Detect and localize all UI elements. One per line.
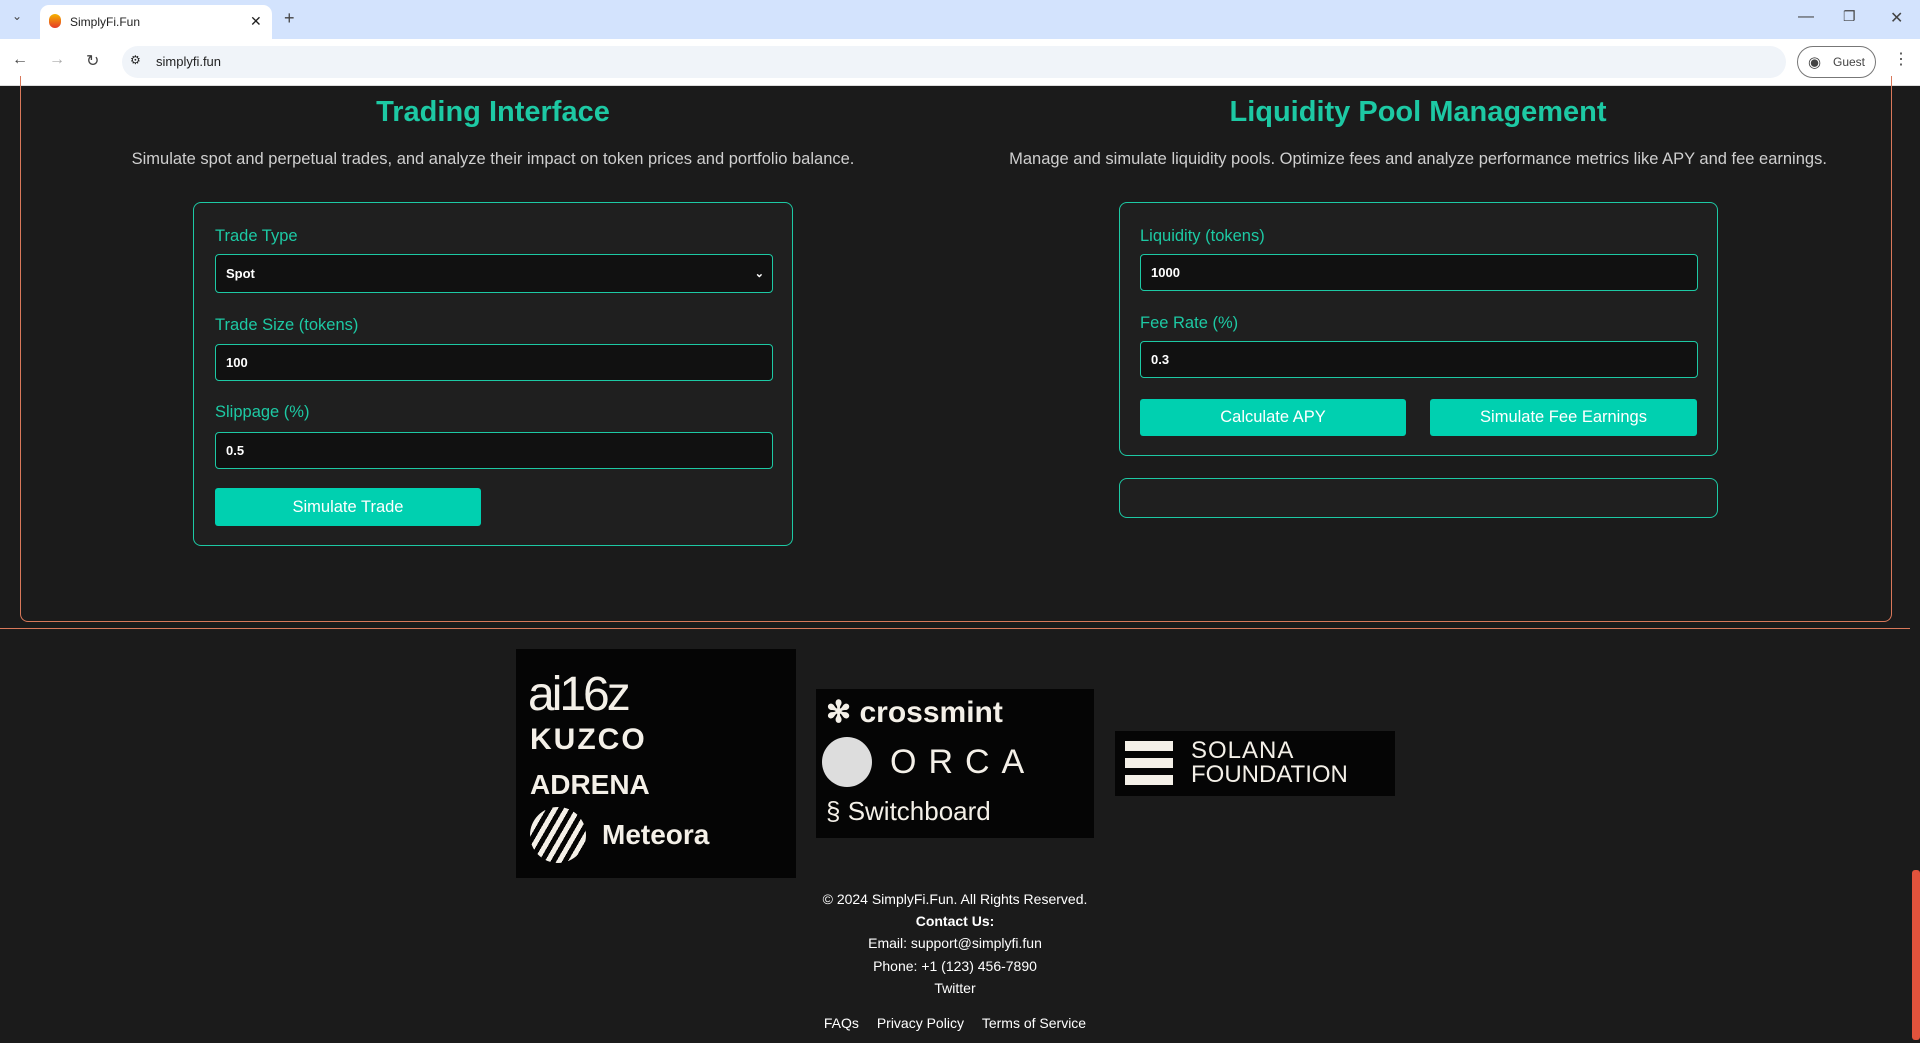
- trade-size-label: Trade Size (tokens): [215, 316, 359, 334]
- slippage-input[interactable]: 0.5: [215, 432, 773, 469]
- crossmint-icon: ✻: [826, 696, 852, 729]
- close-window-icon[interactable]: ✕: [1890, 8, 1903, 28]
- liquidity-label: Liquidity (tokens): [1140, 227, 1265, 245]
- contact-phone: Phone: +1 (123) 456-7890: [873, 958, 1037, 974]
- solana-foundation-logo: SOLANA FOUNDATION: [1115, 731, 1395, 796]
- contact-heading: Contact Us:: [915, 913, 995, 929]
- tab-strip: ⌄ SimplyFi.Fun ✕ + — ❐ ✕: [0, 0, 1920, 39]
- liquidity-title: Liquidity Pool Management: [1229, 96, 1607, 128]
- switchboard-text: Switchboard: [847, 796, 991, 826]
- adrena-logo: ADRENA: [530, 769, 650, 800]
- address-bar[interactable]: ⚙ simplyfi.fun: [122, 46, 1786, 78]
- liquidity-result-box: [1119, 478, 1718, 518]
- trade-size-input[interactable]: 100: [215, 344, 773, 381]
- simulate-fee-earnings-button[interactable]: Simulate Fee Earnings: [1430, 399, 1697, 436]
- partner-logos-group-2: ✻ crossmint ORCA § Switchboard: [816, 689, 1094, 838]
- minimize-icon[interactable]: —: [1798, 8, 1814, 26]
- fee-rate-input[interactable]: 0.3: [1140, 341, 1698, 378]
- meteora-logo: Meteora: [602, 819, 710, 850]
- privacy-policy-link[interactable]: Privacy Policy: [877, 1015, 964, 1031]
- kuzco-logo: KUZCO: [530, 723, 647, 756]
- chevron-down-icon: ⌄: [754, 268, 764, 280]
- site-settings-icon[interactable]: ⚙: [130, 53, 141, 67]
- trade-type-label: Trade Type: [215, 227, 298, 245]
- faqs-link[interactable]: FAQs: [824, 1015, 859, 1031]
- ai16z-logo: ai16z: [528, 668, 631, 721]
- crossmint-text: crossmint: [859, 696, 1003, 729]
- liquidity-input[interactable]: 1000: [1140, 254, 1698, 291]
- forward-icon[interactable]: →: [49, 51, 65, 69]
- simulate-trade-button[interactable]: Simulate Trade: [215, 488, 481, 526]
- new-tab-icon[interactable]: +: [284, 8, 295, 29]
- contact-email: Email: support@simplyfi.fun: [868, 935, 1042, 951]
- url-text: simplyfi.fun: [156, 54, 222, 69]
- partner-logos-group-1: ai16z KUZCO ADRENA Meteora: [516, 649, 796, 878]
- footer-divider: [0, 628, 1910, 629]
- switchboard-logo: § Switchboard: [826, 796, 991, 826]
- profile-button[interactable]: ◉ Guest: [1797, 46, 1876, 78]
- crossmint-logo: ✻ crossmint: [826, 695, 1003, 730]
- liquidity-card: Liquidity (tokens) 1000 Fee Rate (%) 0.3…: [1119, 202, 1718, 456]
- trading-subtitle: Simulate spot and perpetual trades, and …: [131, 150, 855, 168]
- trading-card: Trade Type Spot ⌄ Trade Size (tokens) 10…: [193, 202, 793, 546]
- back-icon[interactable]: ←: [12, 51, 28, 69]
- tab-search-icon[interactable]: ⌄: [12, 9, 22, 23]
- orca-logo: ORCA: [890, 743, 1037, 781]
- foundation-text: FOUNDATION: [1191, 761, 1348, 788]
- copyright: © 2024 SimplyFi.Fun. All Rights Reserved…: [822, 891, 1088, 907]
- browser-tab[interactable]: SimplyFi.Fun ✕: [40, 5, 272, 39]
- favicon-icon: [49, 14, 61, 28]
- trade-type-value: Spot: [226, 266, 255, 281]
- restore-icon[interactable]: ❐: [1843, 8, 1856, 25]
- fee-rate-label: Fee Rate (%): [1140, 314, 1239, 332]
- solana-icon: [1125, 741, 1173, 785]
- calculate-apy-button[interactable]: Calculate APY: [1140, 399, 1406, 436]
- terms-of-service-link[interactable]: Terms of Service: [982, 1015, 1086, 1031]
- profile-label: Guest: [1833, 55, 1866, 69]
- trading-title: Trading Interface: [376, 96, 610, 128]
- footer-links: FAQs Privacy Policy Terms of Service: [0, 1015, 1910, 1031]
- close-tab-icon[interactable]: ✕: [250, 13, 262, 30]
- profile-icon: ◉: [1808, 54, 1822, 71]
- tab-title: SimplyFi.Fun: [70, 15, 141, 29]
- page-content: Trading Interface Simulate spot and perp…: [0, 76, 1910, 1043]
- twitter-link[interactable]: Twitter: [0, 980, 1910, 996]
- menu-icon[interactable]: ⋮: [1893, 49, 1909, 69]
- trade-type-select[interactable]: Spot ⌄: [215, 254, 773, 293]
- orca-icon: [822, 737, 872, 787]
- reload-icon[interactable]: ↻: [86, 51, 99, 71]
- meteora-icon: [530, 807, 586, 863]
- slippage-label: Slippage (%): [215, 403, 310, 421]
- liquidity-subtitle: Manage and simulate liquidity pools. Opt…: [1009, 150, 1827, 168]
- scrollbar-thumb[interactable]: [1912, 870, 1920, 1040]
